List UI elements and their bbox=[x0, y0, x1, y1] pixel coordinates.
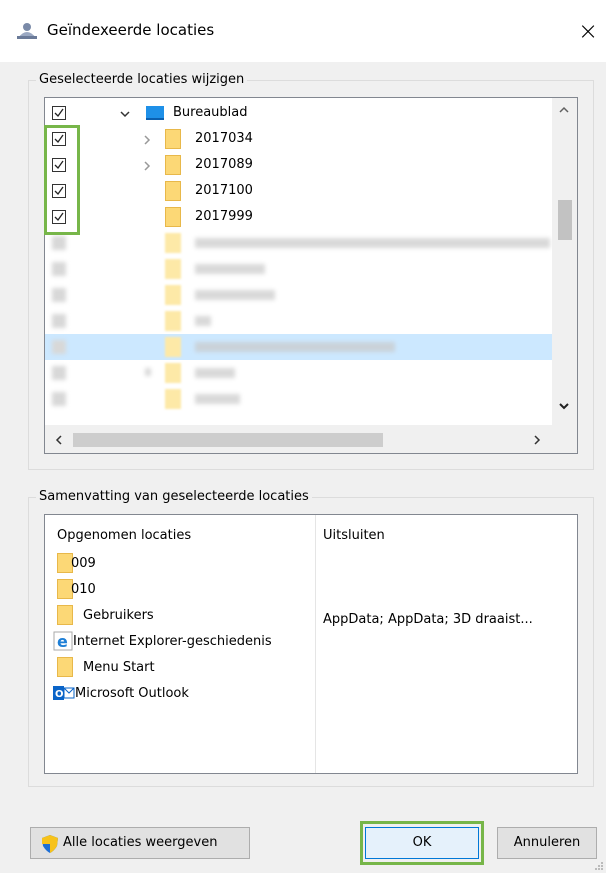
outlook-icon: O bbox=[53, 686, 75, 700]
scroll-right-icon[interactable] bbox=[531, 434, 543, 446]
tree-row-2017999[interactable]: 2017999 bbox=[45, 204, 553, 230]
horizontal-scroll-thumb[interactable] bbox=[73, 433, 383, 447]
redacted-label bbox=[195, 238, 550, 248]
redacted-label bbox=[195, 264, 265, 274]
excluded-header: Uitsluiten bbox=[323, 528, 385, 543]
tree-label: 2017999 bbox=[195, 209, 253, 224]
redacted-checkbox bbox=[52, 392, 66, 406]
vertical-scrollbar[interactable] bbox=[552, 98, 577, 425]
locations-tree[interactable]: Bureaublad 2017034 2017089 2017100 20179… bbox=[44, 97, 578, 454]
checkmark-icon bbox=[54, 108, 64, 118]
tree-row-selected-redacted[interactable] bbox=[45, 334, 553, 360]
redacted-checkbox bbox=[52, 236, 66, 250]
redacted-checkbox bbox=[52, 314, 66, 328]
summary-label: Samenvatting van geselecteerde locaties bbox=[36, 489, 312, 504]
folder-icon bbox=[165, 129, 181, 149]
included-header: Opgenomen locaties bbox=[57, 528, 192, 543]
folder-icon bbox=[165, 155, 181, 175]
horizontal-scrollbar[interactable] bbox=[45, 425, 553, 453]
redacted-chevron bbox=[145, 368, 151, 376]
tree-row-redacted[interactable] bbox=[45, 308, 553, 334]
tree-row-redacted[interactable] bbox=[45, 386, 553, 412]
folder-icon bbox=[165, 337, 181, 357]
tree-row-2017100[interactable]: 2017100 bbox=[45, 178, 553, 204]
folder-icon bbox=[165, 259, 181, 279]
redacted-checkbox bbox=[52, 262, 66, 276]
resize-grip-icon[interactable] bbox=[594, 861, 604, 871]
redacted-label bbox=[195, 394, 240, 404]
checkbox-highlight bbox=[44, 125, 80, 235]
tree-label: 2017034 bbox=[195, 131, 253, 146]
folder-icon bbox=[165, 233, 181, 253]
window-title: Geïndexeerde locaties bbox=[47, 21, 215, 39]
scroll-corner bbox=[552, 425, 577, 453]
ok-label: OK bbox=[412, 835, 432, 850]
tree-label: 2017100 bbox=[195, 183, 253, 198]
folder-icon bbox=[165, 389, 181, 409]
show-all-locations-button[interactable]: Alle locaties weergeven bbox=[30, 827, 250, 859]
redacted-label bbox=[195, 342, 395, 352]
redacted-label bbox=[195, 368, 235, 378]
included-label: Internet Explorer-geschiedenis bbox=[73, 634, 272, 649]
close-button[interactable]: × bbox=[572, 14, 604, 48]
show-all-label: Alle locaties weergeven bbox=[63, 835, 218, 850]
folder-icon bbox=[165, 363, 181, 383]
summary-list[interactable]: Opgenomen locaties Uitsluiten 009 010 Ge… bbox=[44, 514, 578, 774]
redacted-checkbox bbox=[52, 288, 66, 302]
excluded-value: AppData; AppData; 3D draaist... bbox=[323, 612, 533, 627]
ie-icon: e bbox=[53, 631, 73, 651]
scroll-up-icon[interactable] bbox=[558, 104, 570, 116]
vertical-scroll-thumb[interactable] bbox=[558, 200, 572, 240]
chevron-right-icon[interactable] bbox=[141, 160, 153, 172]
cancel-button[interactable]: Annuleren bbox=[497, 827, 597, 859]
folder-icon bbox=[57, 657, 73, 677]
included-label: Menu Start bbox=[83, 660, 155, 675]
folder-icon bbox=[165, 311, 181, 331]
title-bar: Geïndexeerde locaties × bbox=[0, 0, 606, 62]
tree-row-redacted[interactable] bbox=[45, 230, 553, 256]
included-label: Gebruikers bbox=[83, 608, 154, 623]
scroll-down-icon[interactable] bbox=[558, 400, 570, 412]
redacted-checkbox bbox=[52, 340, 66, 354]
chevron-down-icon[interactable] bbox=[119, 108, 131, 120]
tree-row-redacted[interactable] bbox=[45, 360, 553, 386]
folder-icon bbox=[165, 285, 181, 305]
tree-row-redacted[interactable] bbox=[45, 282, 553, 308]
tree-row-2017089[interactable]: 2017089 bbox=[45, 152, 553, 178]
tree-label: Bureaublad bbox=[173, 105, 248, 120]
tree-row-bureaublad[interactable]: Bureaublad bbox=[45, 100, 553, 126]
included-label: 010 bbox=[71, 582, 96, 597]
checkbox-bureaublad[interactable] bbox=[52, 106, 66, 120]
shield-icon bbox=[42, 835, 58, 853]
close-icon: × bbox=[577, 17, 599, 45]
folder-icon bbox=[165, 207, 181, 227]
redacted-checkbox bbox=[52, 366, 66, 380]
redacted-label bbox=[195, 290, 275, 300]
svg-text:e: e bbox=[57, 632, 68, 651]
tree-label: 2017089 bbox=[195, 157, 253, 172]
cancel-label: Annuleren bbox=[513, 835, 581, 850]
tree-row-redacted[interactable] bbox=[45, 256, 553, 282]
desktop-icon bbox=[146, 106, 164, 120]
svg-text:O: O bbox=[55, 689, 64, 700]
scroll-left-icon[interactable] bbox=[53, 434, 65, 446]
included-label: 009 bbox=[71, 556, 96, 571]
indexing-locations-icon bbox=[17, 23, 37, 39]
folder-icon bbox=[165, 181, 181, 201]
modify-locations-label: Geselecteerde locaties wijzigen bbox=[36, 72, 248, 87]
included-label: Microsoft Outlook bbox=[75, 686, 189, 701]
chevron-right-icon[interactable] bbox=[141, 134, 153, 146]
column-divider bbox=[315, 515, 316, 773]
redacted-label bbox=[195, 316, 211, 326]
tree-row-2017034[interactable]: 2017034 bbox=[45, 126, 553, 152]
folder-icon bbox=[57, 605, 73, 625]
ok-button[interactable]: OK bbox=[365, 827, 479, 859]
